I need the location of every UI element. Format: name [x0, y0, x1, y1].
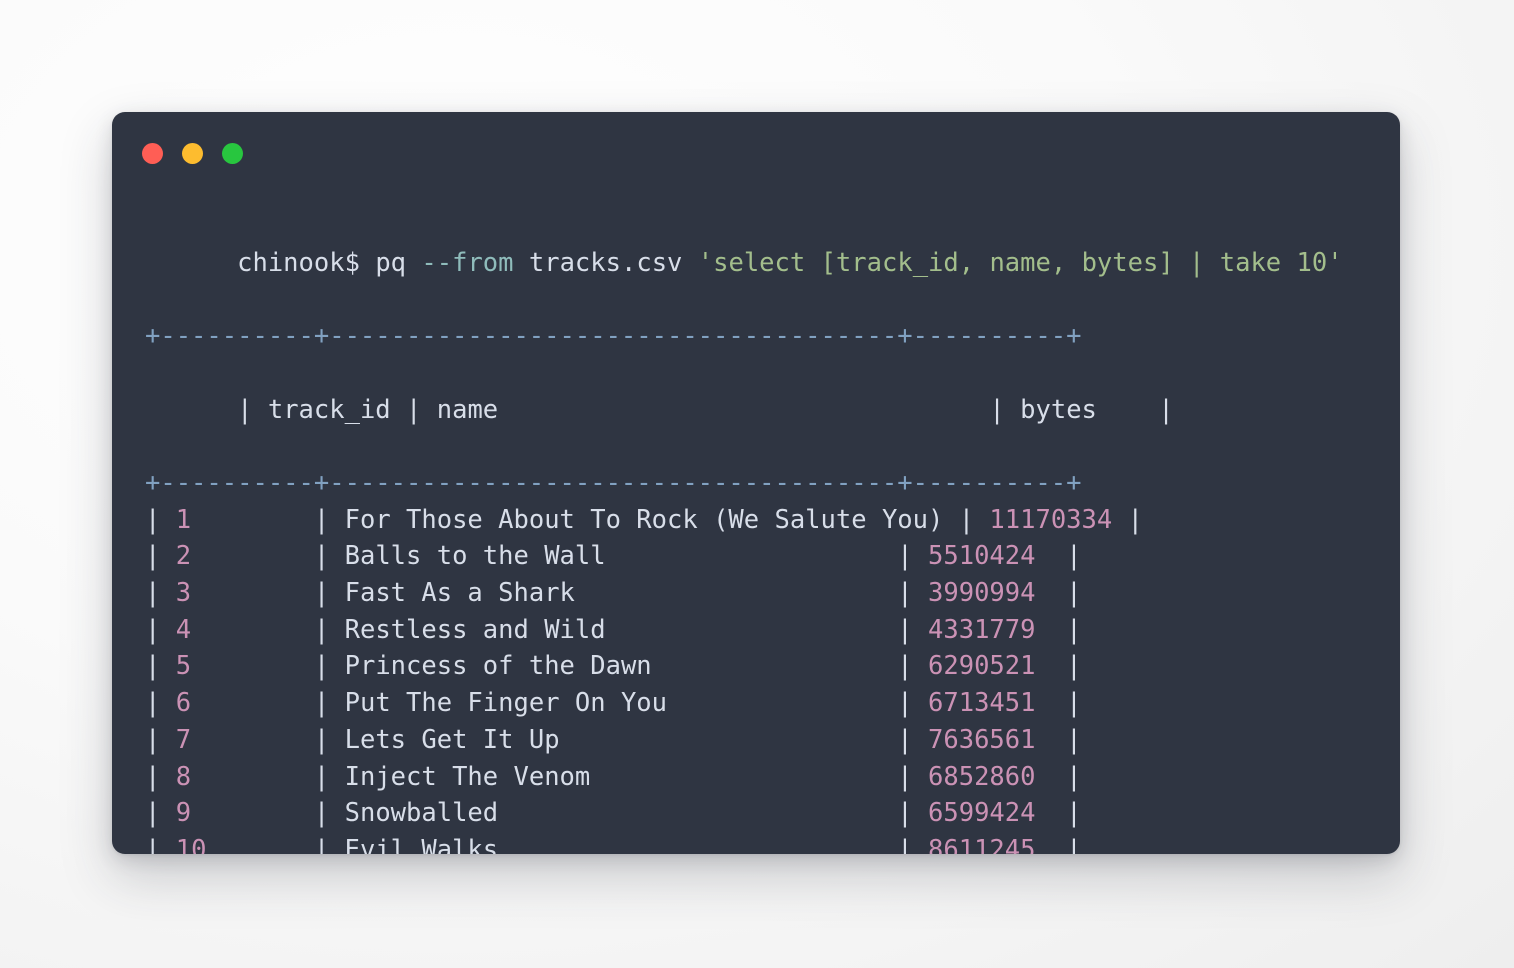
table-row: | 4 | Restless and Wild | 4331779 | — [145, 612, 1400, 649]
table-cell-separator: | — [1050, 541, 1082, 572]
table-cell-separator: | — [145, 688, 176, 719]
table-cell-separator: | — [298, 578, 345, 609]
table-cell-name: Balls to the Wall — [344, 541, 882, 572]
table-cell-separator: | — [145, 834, 176, 854]
table-cell-separator: | — [1050, 688, 1082, 719]
command-program: pq — [375, 247, 407, 278]
table-row: | 9 | Snowballed | 6599424 | — [145, 795, 1400, 832]
table-cell-name: Restless and Wild — [344, 614, 882, 645]
command-query: 'select [track_id, name, bytes] | take 1… — [697, 247, 1343, 278]
shell-prompt: chinook$ — [237, 247, 360, 278]
table-cell-separator: | — [145, 761, 176, 792]
table-cell-separator: | — [298, 651, 345, 682]
terminal-screen[interactable]: chinook$ pq --from tracks.csv 'select [t… — [145, 208, 1400, 854]
table-cell-separator: | — [881, 798, 929, 829]
table-cell-separator: | — [1050, 651, 1082, 682]
table-cell-separator: | — [298, 614, 345, 645]
column-header-track-id: track_id — [267, 394, 391, 425]
table-cell-separator: | — [881, 651, 929, 682]
table-cell-separator: | — [298, 798, 345, 829]
table-cell-track_id: 2 — [175, 541, 299, 572]
table-cell-name: Snowballed — [344, 798, 882, 829]
table-cell-separator: | — [298, 761, 345, 792]
table-cell-separator: | — [881, 541, 929, 572]
table-cell-separator: | — [298, 541, 345, 572]
table-cell-separator: | — [881, 578, 929, 609]
table-cell-separator: | — [145, 504, 176, 535]
table-cell-track_id: 8 — [175, 761, 299, 792]
table-cell-separator: | — [145, 798, 176, 829]
table-cell-bytes: 8611245 — [928, 834, 1051, 854]
table-cell-separator: | — [145, 614, 176, 645]
table-cell-separator: | — [1050, 798, 1082, 829]
minimize-button[interactable] — [182, 143, 203, 164]
table-cell-name: Fast As a Shark — [344, 578, 882, 609]
table-cell-bytes: 3990994 — [928, 578, 1051, 609]
table-cell-separator: | — [1050, 724, 1082, 755]
table-cell-bytes: 4331779 — [928, 614, 1051, 645]
table-cell-separator: | — [145, 541, 176, 572]
table-cell-name: Evil Walks — [344, 834, 882, 854]
table-border-top: +----------+----------------------------… — [145, 321, 1082, 352]
command-line: chinook$ pq --from tracks.csv 'select [t… — [145, 208, 1400, 318]
table-row: | 2 | Balls to the Wall | 5510424 | — [145, 538, 1400, 575]
table-cell-separator: | — [881, 614, 929, 645]
table-row: | 10 | Evil Walks | 8611245 | — [145, 832, 1400, 854]
table-cell-track_id: 6 — [175, 688, 299, 719]
table-cell-bytes: 5510424 — [928, 541, 1051, 572]
table-row: | 7 | Lets Get It Up | 7636561 | — [145, 722, 1400, 759]
command-file: tracks.csv — [528, 247, 683, 278]
table-header-row: | track_id | name | bytes | — [237, 394, 1174, 425]
table-border-header: +----------+----------------------------… — [145, 467, 1082, 498]
table-cell-bytes: 6713451 — [928, 688, 1051, 719]
table-cell-bytes: 6599424 — [928, 798, 1051, 829]
table-cell-separator: | — [943, 504, 990, 535]
table-cell-separator: | — [881, 761, 929, 792]
window-titlebar — [112, 112, 1400, 198]
table-cell-separator: | — [1050, 761, 1082, 792]
column-header-name: name — [436, 394, 975, 425]
table-row: | 1 | For Those About To Rock (We Salute… — [145, 502, 1400, 539]
table-cell-name: Put The Finger On You — [344, 688, 882, 719]
table-cell-separator: | — [1050, 578, 1082, 609]
zoom-button[interactable] — [222, 143, 243, 164]
table-cell-separator: | — [145, 651, 176, 682]
close-button[interactable] — [142, 143, 163, 164]
table-cell-name: Inject The Venom — [344, 761, 882, 792]
table-cell-track_id: 9 — [175, 798, 299, 829]
table-cell-separator: | — [298, 834, 345, 854]
table-cell-separator: | — [1112, 504, 1143, 535]
table-row: | 3 | Fast As a Shark | 3990994 | — [145, 575, 1400, 612]
table-cell-bytes: 6852860 — [928, 761, 1051, 792]
table-row: | 8 | Inject The Venom | 6852860 | — [145, 759, 1400, 796]
table-cell-separator: | — [1050, 614, 1082, 645]
table-cell-track_id: 1 — [175, 504, 299, 535]
terminal-window: chinook$ pq --from tracks.csv 'select [t… — [112, 112, 1400, 854]
table-cell-track_id: 3 — [175, 578, 299, 609]
table-cell-track_id: 4 — [175, 614, 299, 645]
table-cell-separator: | — [298, 724, 345, 755]
table-cell-separator: | — [881, 834, 929, 854]
table-row: | 5 | Princess of the Dawn | 6290521 | — [145, 648, 1400, 685]
table-row: | 6 | Put The Finger On You | 6713451 | — [145, 685, 1400, 722]
table-cell-separator: | — [298, 688, 345, 719]
table-cell-separator: | — [145, 578, 176, 609]
table-cell-track_id: 7 — [175, 724, 299, 755]
table-cell-separator: | — [881, 688, 929, 719]
column-header-bytes: bytes — [1020, 394, 1143, 425]
table-cell-separator: | — [1050, 834, 1082, 854]
table-body: | 1 | For Those About To Rock (We Salute… — [145, 502, 1400, 854]
table-cell-bytes: 6290521 — [928, 651, 1051, 682]
table-cell-bytes: 7636561 — [928, 724, 1051, 755]
table-cell-separator: | — [145, 724, 176, 755]
table-cell-name: For Those About To Rock (We Salute You) — [344, 504, 944, 535]
table-cell-name: Lets Get It Up — [344, 724, 882, 755]
table-cell-track_id: 5 — [175, 651, 299, 682]
command-flag: --from — [421, 247, 514, 278]
table-cell-track_id: 10 — [175, 834, 299, 854]
table-cell-bytes: 11170334 — [989, 504, 1113, 535]
table-cell-separator: | — [298, 504, 345, 535]
table-cell-name: Princess of the Dawn — [344, 651, 882, 682]
table-cell-separator: | — [881, 724, 929, 755]
